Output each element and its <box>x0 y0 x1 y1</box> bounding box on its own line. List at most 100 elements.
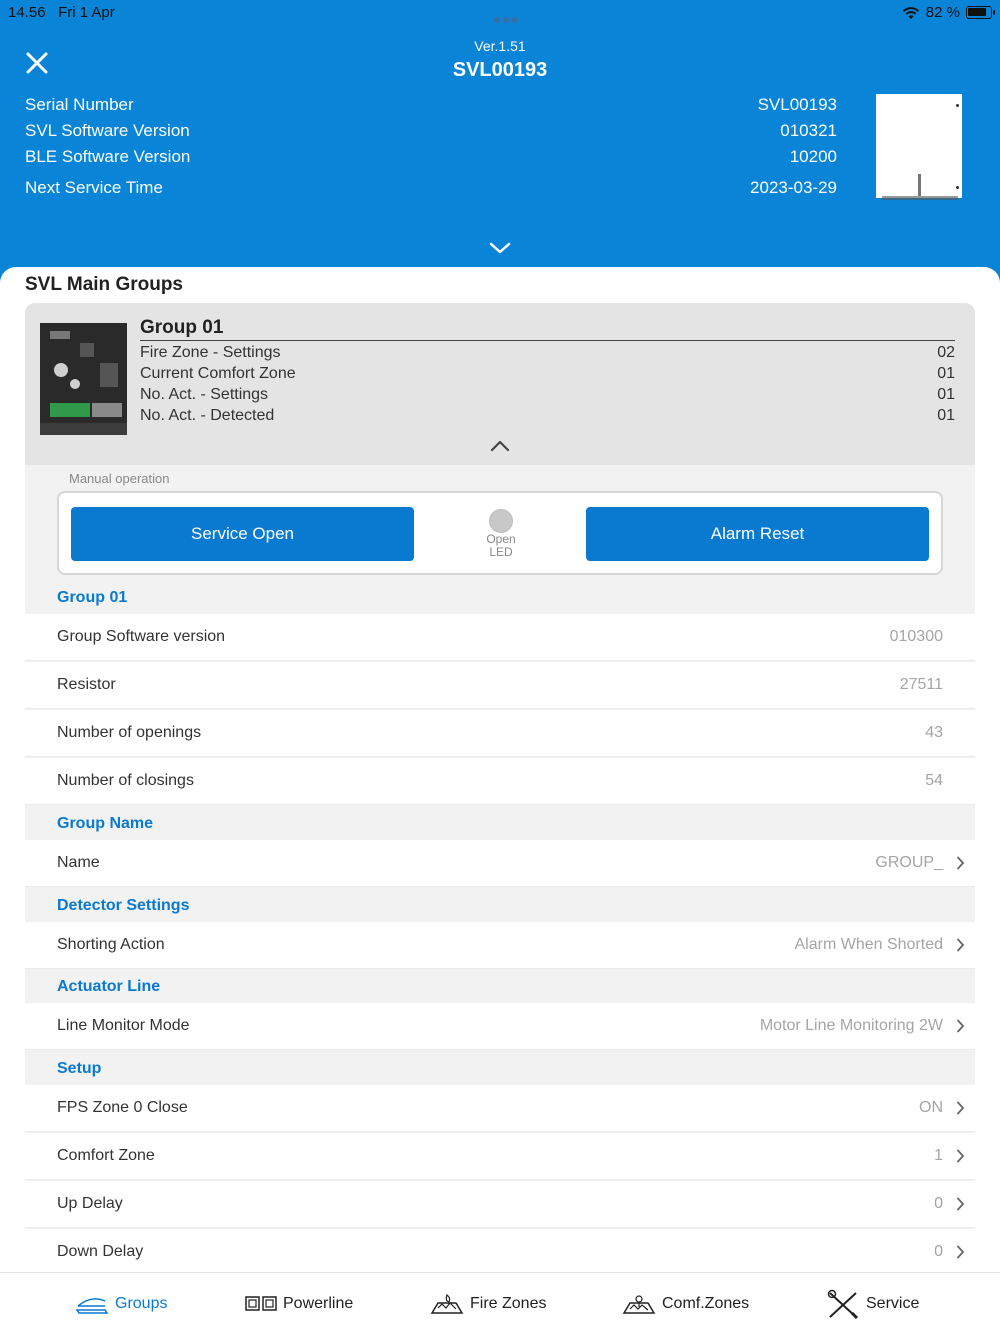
info-value: 10200 <box>789 147 837 166</box>
section-header-group-name: Group Name <box>57 815 154 832</box>
main-sheet: SVL Main Groups Group 01 Fire Zone - Set… <box>0 267 1000 1272</box>
service-icon <box>827 1289 859 1319</box>
row-value: Alarm When Shorted <box>794 936 943 953</box>
info-value: SVL00193 <box>757 95 837 114</box>
stat-label: No. Act. - Settings <box>140 386 269 403</box>
open-led-label: Open LED <box>471 533 531 559</box>
battery-percent: 82 % <box>925 4 960 21</box>
row-shorting-action[interactable]: Shorting Action Alarm When Shorted <box>25 922 975 969</box>
row-line-monitor-mode[interactable]: Line Monitor Mode Motor Line Monitoring … <box>25 1003 975 1050</box>
row-up-delay[interactable]: Up Delay 0 <box>25 1181 975 1228</box>
tab-comf-zones[interactable]: Comf.Zones <box>622 1289 749 1319</box>
stat-value: 01 <box>937 386 955 403</box>
tab-label: Fire Zones <box>470 1295 547 1312</box>
row-label: Resistor <box>57 676 116 693</box>
row-label: Number of openings <box>57 724 202 741</box>
row-value: 27511 <box>899 676 943 693</box>
section-header-actuator-line: Actuator Line <box>57 978 161 995</box>
manual-operation-label: Manual operation <box>69 471 170 486</box>
circuit-board-image <box>40 323 127 435</box>
tab-label: Comf.Zones <box>662 1295 750 1312</box>
info-label: BLE Software Version <box>25 147 191 166</box>
chevron-right-icon <box>957 1019 965 1033</box>
row-label: FPS Zone 0 Close <box>57 1099 188 1116</box>
group-card: Group 01 Fire Zone - Settings 02 Current… <box>25 303 975 1272</box>
row-label: Name <box>57 854 100 871</box>
tab-label: Groups <box>115 1295 168 1312</box>
tab-groups[interactable]: Groups <box>75 1289 167 1319</box>
status-bar: 14.56 Fri 1 Apr 82 % <box>8 4 995 23</box>
group-title: Group 01 <box>140 317 224 338</box>
info-value: 2023-03-29 <box>750 178 837 197</box>
status-date: Fri 1 Apr <box>58 4 115 21</box>
app-version: Ver.1.51 <box>474 38 526 54</box>
stat-value: 01 <box>937 365 955 382</box>
fire-zones-icon <box>430 1294 464 1314</box>
row-name[interactable]: Name GROUP_ <box>25 840 975 887</box>
row-value: GROUP_ <box>875 854 943 871</box>
device-image <box>876 94 962 200</box>
row-group-software-version: Group Software version 010300 <box>25 614 975 661</box>
stat-value: 02 <box>937 344 955 361</box>
stat-label: Fire Zone - Settings <box>140 344 281 361</box>
row-label: Shorting Action <box>57 936 165 953</box>
chevron-up-icon[interactable] <box>488 439 512 453</box>
divider <box>140 340 955 341</box>
chevron-down-icon[interactable] <box>488 240 512 256</box>
tab-fire-zones[interactable]: Fire Zones <box>430 1289 546 1319</box>
header: 14.56 Fri 1 Apr 82 % Ver.1.51 SVL00193 S… <box>0 0 1000 280</box>
row-value: 54 <box>925 772 943 789</box>
section-header-setup: Setup <box>57 1060 102 1077</box>
chevron-right-icon <box>957 1245 965 1259</box>
chevron-right-icon <box>957 1101 965 1115</box>
open-led-indicator <box>489 509 513 533</box>
powerline-icon <box>245 1296 277 1311</box>
row-value: 43 <box>925 724 943 741</box>
info-label: SVL Software Version <box>25 121 190 140</box>
tab-powerline[interactable]: Powerline <box>245 1289 353 1319</box>
chevron-right-icon <box>957 856 965 870</box>
section-title: SVL Main Groups <box>25 274 184 295</box>
row-comfort-zone[interactable]: Comfort Zone 1 <box>25 1133 975 1180</box>
chevron-right-icon <box>957 938 965 952</box>
led-label-line2: LED <box>489 545 513 559</box>
section-header-group: Group 01 <box>57 589 128 606</box>
service-open-button[interactable]: Service Open <box>71 507 414 561</box>
info-label: Next Service Time <box>25 178 163 197</box>
row-fps-zone-0-close[interactable]: FPS Zone 0 Close ON <box>25 1085 975 1132</box>
status-clock: 14.56 Fri 1 Apr <box>8 4 115 21</box>
row-value: 0 <box>934 1195 943 1212</box>
chevron-right-icon <box>957 1197 965 1211</box>
alarm-reset-button[interactable]: Alarm Reset <box>586 507 929 561</box>
row-label: Number of closings <box>57 772 194 789</box>
group-summary[interactable]: Group 01 Fire Zone - Settings 02 Current… <box>25 303 975 465</box>
row-resistor: Resistor 27511 <box>25 662 975 709</box>
status-time: 14.56 <box>8 4 46 21</box>
status-indicators: 82 % <box>902 4 995 21</box>
row-label: Up Delay <box>57 1195 123 1212</box>
row-number-of-openings: Number of openings 43 <box>25 710 975 757</box>
groups-icon <box>75 1298 109 1314</box>
stat-label: Current Comfort Zone <box>140 365 296 382</box>
info-label: Serial Number <box>25 95 134 114</box>
multitasking-dots-icon[interactable] <box>494 10 522 23</box>
row-number-of-closings: Number of closings 54 <box>25 758 975 805</box>
row-label: Group Software version <box>57 628 226 645</box>
row-down-delay[interactable]: Down Delay 0 <box>25 1229 975 1272</box>
info-value: 010321 <box>780 121 837 140</box>
row-label: Line Monitor Mode <box>57 1017 190 1034</box>
row-value: ON <box>919 1099 943 1116</box>
row-label: Down Delay <box>57 1243 144 1260</box>
tab-label: Service <box>866 1295 920 1312</box>
chevron-right-icon <box>957 1149 965 1163</box>
comfort-zones-icon <box>622 1295 656 1314</box>
tab-service[interactable]: Service <box>826 1289 919 1319</box>
manual-operation-panel: Service Open Open LED Alarm Reset <box>57 491 943 575</box>
row-label: Comfort Zone <box>57 1147 155 1164</box>
wifi-icon <box>902 6 919 19</box>
row-value: 1 <box>934 1147 943 1164</box>
stat-label: No. Act. - Detected <box>140 407 275 424</box>
tab-label: Powerline <box>283 1295 354 1312</box>
page-title: SVL00193 <box>452 59 548 81</box>
row-value: 0 <box>934 1243 943 1260</box>
